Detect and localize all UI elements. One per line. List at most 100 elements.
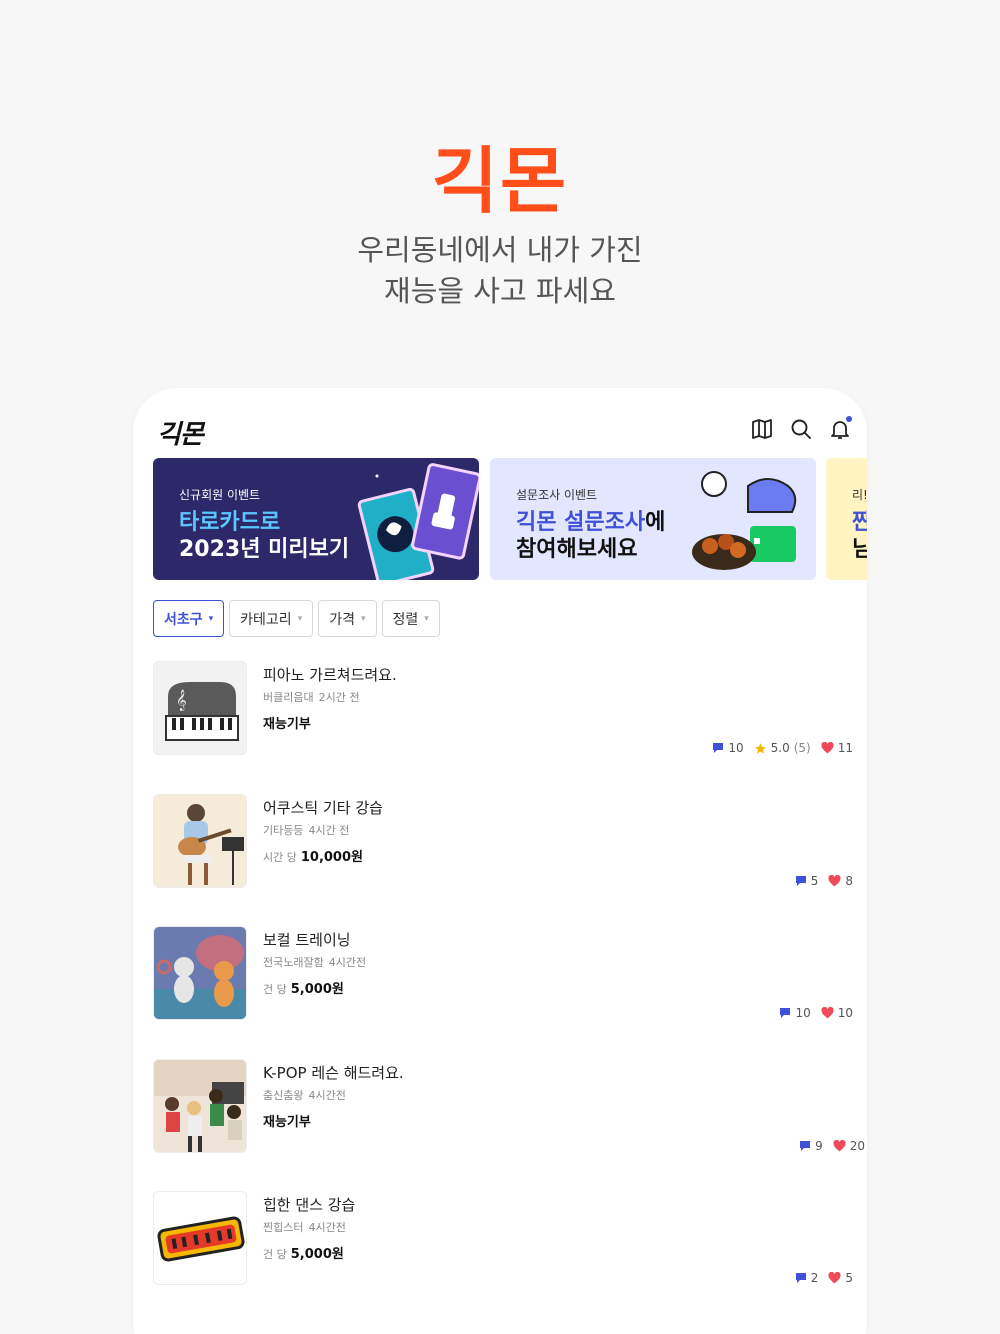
price-amount: 재능기부 [263,717,311,732]
hero-title: 긱몬 [431,139,569,223]
star-icon [754,742,766,754]
list-item[interactable]: 𝄞 피아노 가르쳐드려요. 버클리음대 2시간 전 재능기부 10 5.0 (5) … [153,661,853,794]
list-item[interactable]: K-POP 레슨 해드려요. 춤신춤왕 4시간전 재능기부 9 20 [153,1058,865,1192]
item-thumbnail: 𝄞 [153,661,247,755]
filter-label: 카테고리 [240,611,292,628]
comment-stat: 10 [712,741,744,755]
banner-partial[interactable]: 리! 짠 님 [826,458,867,580]
banner-sub: 리! [852,488,867,502]
banner-sub: 설문조사 이벤트 [516,488,598,502]
chevron-down-icon: ▾ [424,613,429,624]
item-price: 건 당 5,000원 [263,1243,344,1262]
price-unit: 건 당 [263,983,287,996]
item-seller: 찐힙스터 [263,1221,304,1234]
banner-tarot-event[interactable]: 신규회원 이벤트 타로카드로 2023년 미리보기 [153,458,479,580]
price-amount: 5,000원 [290,1247,344,1262]
tarot-card-illustration [357,463,479,580]
item-price: 재능기부 [263,1111,311,1130]
heart-icon [828,1272,841,1284]
bell-icon[interactable] [827,416,853,442]
heart-icon [828,874,841,886]
rating-value: 5.0 [770,741,790,755]
like-stat: 20 [833,1139,865,1153]
item-time: 4시간 전 [308,823,350,837]
chevron-down-icon: ▾ [208,613,214,624]
like-count: 5 [845,1271,853,1285]
banner-line2: 참여해보세요 [516,537,638,562]
search-icon[interactable] [788,416,814,442]
comment-count: 2 [810,1271,819,1285]
like-stat: 10 [821,1006,853,1020]
notification-dot [846,416,852,422]
comment-icon [713,743,724,753]
item-seller: 춤신춤왕 [263,1088,304,1102]
filter-price[interactable]: 가격 ▾ [318,600,377,637]
svg-text:𝄞: 𝄞 [176,690,187,711]
banner-line2: 2023년 미리보기 [179,537,350,562]
item-stats: 2 5 [795,1271,853,1285]
banner-line1-rest: 에 [645,510,666,535]
item-price: 재능기부 [263,713,311,732]
item-thumbnail [153,793,247,888]
heart-icon [821,1007,834,1019]
item-price: 건 당 5,000원 [263,978,344,997]
price-unit: 시간 당 [263,850,297,864]
hero-subtitle: 우리동네에서 내가 가진 재능을 사고 파세요 [0,230,1000,312]
item-meta: 춤신춤왕 4시간전 [263,1087,346,1103]
rating-count: (5) [793,741,811,755]
map-icon[interactable] [749,416,775,442]
filter-label: 정렬 [392,611,419,628]
listing-list: 𝄞 피아노 가르쳐드려요. 버클리음대 2시간 전 재능기부 10 5.0 (5) … [153,661,865,1324]
item-time: 4시간전 [308,1221,346,1234]
item-thumbnail [153,926,247,1020]
price-unit: 건 당 [263,1248,287,1261]
comment-icon [795,1273,806,1283]
filter-sort[interactable]: 정렬 ▾ [381,600,440,637]
item-seller: 전국노래잘함 [263,956,324,969]
item-stats: 9 20 [799,1139,865,1153]
rating-stat: 5.0 (5) [754,741,811,755]
price-amount: 재능기부 [263,1114,311,1130]
hero-subtitle-line2: 재능을 사고 파세요 [384,274,616,308]
banner-line2: 님 [852,537,867,562]
list-item[interactable]: 힙한 댄스 강습 찐힙스터 4시간전 건 당 5,000원 2 5 [153,1191,853,1324]
price-amount: 5,000원 [290,982,344,997]
like-count: 11 [837,741,853,755]
filter-category[interactable]: 카테고리 ▾ [229,600,314,637]
list-item[interactable]: 보컬 트레이닝 전국노래잘함 4시간전 건 당 5,000원 10 10 [153,926,853,1059]
app-logo[interactable]: 긱몬 [157,414,204,451]
item-meta: 기타등등 4시간 전 [263,822,349,838]
item-seller: 기타등등 [263,823,304,837]
item-price: 시간 당 10,000원 [263,846,363,865]
survey-illustration [692,471,797,570]
banner-survey-event[interactable]: 설문조사 이벤트 긱몬 설문조사에 참여해보세요 [490,458,816,580]
item-time: 4시간전 [328,956,367,969]
top-toolbar [749,416,853,442]
comment-icon [795,875,806,886]
item-seller: 버클리음대 [263,691,314,704]
heart-icon [821,742,834,754]
filter-label: 서초구 [164,611,203,628]
comment-icon [780,1008,791,1018]
item-title: 피아노 가르쳐드려요. [263,666,397,684]
banner-carousel[interactable]: 신규회원 이벤트 타로카드로 2023년 미리보기 설문조사 이벤트 긱몬 설문… [153,458,867,580]
like-count: 10 [837,1006,853,1020]
comment-stat: 2 [795,1271,819,1285]
item-title: K-POP 레슨 해드려요. [263,1063,404,1082]
like-count: 8 [845,873,853,888]
item-title: 힙한 댄스 강습 [263,1196,356,1214]
comment-count: 10 [728,741,744,755]
item-stats: 10 5.0 (5) 11 [712,741,853,755]
like-count: 20 [849,1138,865,1153]
app-screen: 긱몬 신규회원 이벤트 타로카드로 2023년 미리보기 설문조사 이벤트 긱몬… [133,388,867,1334]
comment-stat: 10 [779,1006,811,1020]
price-amount: 10,000원 [300,849,363,865]
chevron-down-icon: ▾ [361,613,366,624]
heart-icon [833,1139,846,1151]
chevron-down-icon: ▾ [297,613,303,624]
item-title: 보컬 트레이닝 [263,931,351,949]
filter-bar: 서초구 ▾ 카테고리 ▾ 가격 ▾ 정렬 ▾ [153,600,440,637]
list-item[interactable]: 어쿠스틱 기타 강습 기타등등 4시간 전 시간 당 10,000원 5 8 [153,793,853,927]
item-stats: 5 8 [795,874,853,888]
filter-region[interactable]: 서초구 ▾ [153,600,225,637]
